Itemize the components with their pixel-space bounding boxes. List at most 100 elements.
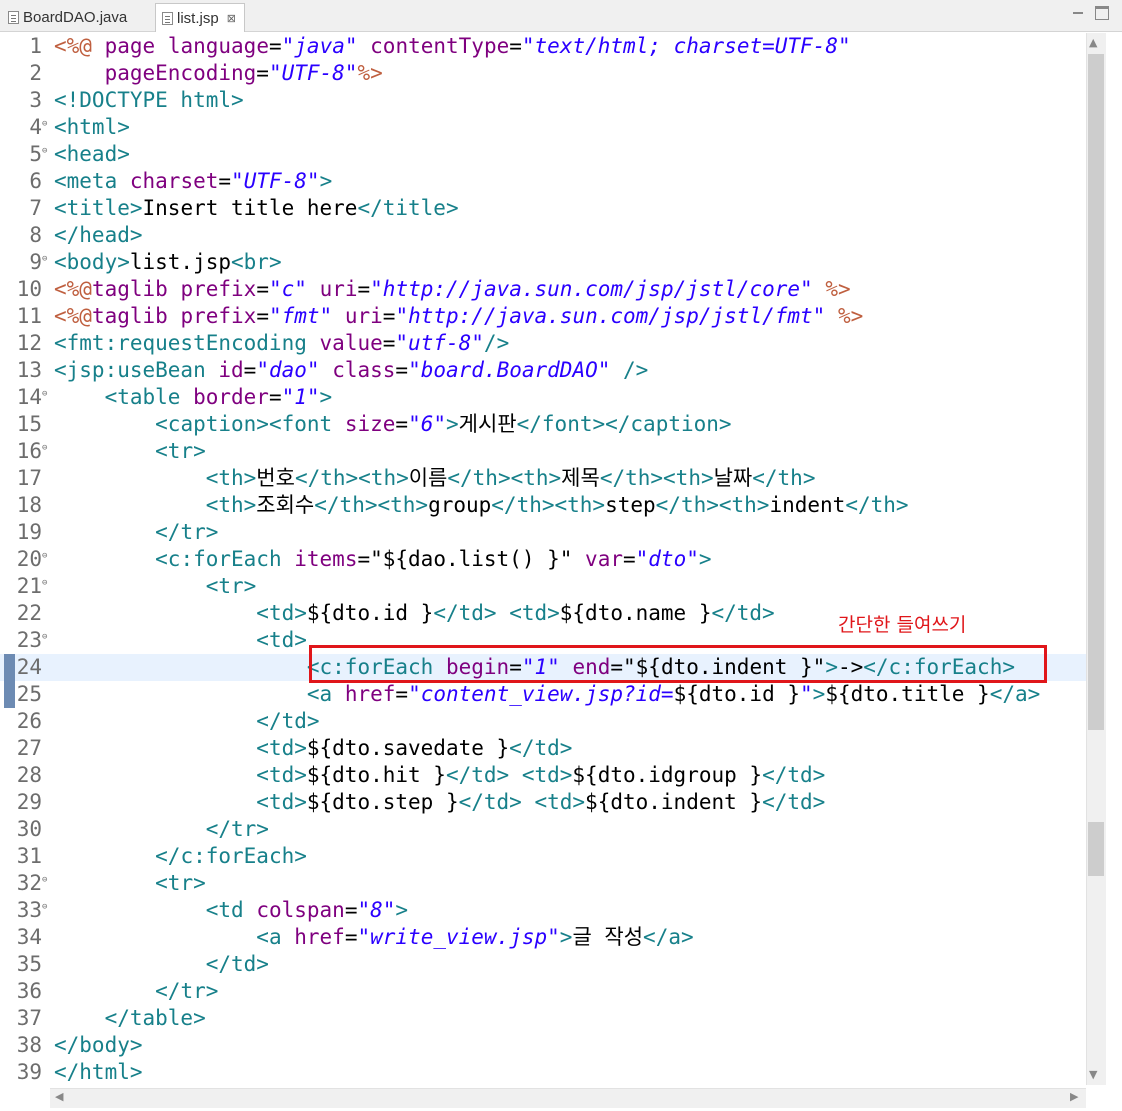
code-line[interactable]: 5 ⊖ <head> [0,141,1086,168]
fold-collapse-icon[interactable]: ⊖ [42,546,47,566]
code-token: 조회수 [256,493,315,517]
code-line[interactable]: 8 </head> [0,222,1086,249]
minimize-icon[interactable] [1071,6,1085,20]
fold-collapse-icon[interactable]: ⊖ [42,384,47,404]
code-text: </c:forEach> [54,843,307,870]
code-token: </td> [762,763,826,787]
code-token: </td> [445,763,510,787]
code-token: "dao" [256,358,320,382]
tab-list-jsp[interactable]: list.jsp ⊠ [155,3,245,32]
fold-collapse-icon[interactable]: ⊖ [42,141,47,161]
fold-collapse-icon[interactable]: ⊖ [42,870,47,890]
code-line[interactable]: 27 <td>${dto.savedate }</td> [0,735,1086,762]
code-line[interactable]: 38 </body> [0,1032,1086,1059]
maximize-icon[interactable] [1095,6,1109,20]
code-line[interactable]: 3 <!DOCTYPE html> [0,87,1086,114]
code-line[interactable]: 18 <th>조회수</th><th>group</th><th>step</t… [0,492,1086,519]
line-number: 4 [29,115,42,139]
scroll-right-icon[interactable]: ▶ [1070,1090,1078,1103]
close-icon[interactable]: ⊠ [227,12,236,25]
fold-collapse-icon[interactable]: ⊖ [42,627,47,647]
code-text: </tr> [54,816,269,843]
code-line[interactable]: 20 ⊖ <c:forEach items="${dao.list() }" va… [0,546,1086,573]
code-line[interactable]: 15 <caption><font size="6">게시판</font></c… [0,411,1086,438]
line-number: 31 [16,844,42,868]
code-line[interactable]: 31 </c:forEach> [0,843,1086,870]
code-line[interactable]: 39 </html> [0,1059,1086,1086]
code-line[interactable]: 25 <a href="content_view.jsp?id=${dto.id… [0,681,1086,708]
code-line[interactable]: 21 ⊖ <tr> [0,573,1086,600]
code-token: <meta [54,169,118,193]
code-line[interactable]: 26 </td> [0,708,1086,735]
fold-collapse-icon[interactable]: ⊖ [42,114,47,134]
code-token: </td> [433,601,497,625]
code-line[interactable]: 2 pageEncoding="UTF-8"%> [0,60,1086,87]
code-line[interactable]: 13 <jsp:useBean id="dao" class="board.Boa… [0,357,1086,384]
code-line[interactable]: 7 <title>Insert title here</title> [0,195,1086,222]
code-token: <th> [205,493,257,517]
code-line[interactable]: 1 <%@ page language="java" contentType="t… [0,33,1086,60]
scroll-down-icon[interactable]: ▼ [1089,1068,1097,1081]
fold-collapse-icon[interactable]: ⊖ [42,573,47,593]
tab-boarddao-java[interactable]: BoardDAO.java [0,3,152,32]
code-line[interactable]: 33 ⊖ <td colspan="8"> [0,897,1086,924]
code-line[interactable]: 10 <%@taglib prefix="c" uri="http://java.… [0,276,1086,303]
code-token: ${dto.id } [306,601,434,625]
line-number: 11 [16,304,42,328]
code-text: <title>Insert title here</title> [54,195,459,222]
code-text: <th>조회수</th><th>group</th><th>step</th><… [54,492,909,519]
code-token: ${dto.step } [306,790,459,814]
line-number: 9 [29,250,42,274]
code-text: </tr> [54,519,218,546]
code-token: uri [319,277,358,301]
code-token: <td> [256,628,307,652]
line-number: 33 [16,898,42,922]
scroll-left-icon[interactable]: ◀ [55,1090,63,1103]
line-number: 17 [16,466,42,490]
line-number: 6 [29,169,42,193]
code-line[interactable]: 34 <a href="write_view.jsp">글 작성</a> [0,924,1086,951]
code-editor[interactable]: 1 <%@ page language="java" contentType="t… [0,33,1086,1085]
code-token: "java" [281,34,358,58]
code-line[interactable]: 17 <th>번호</th><th>이름</th><th>제목</th><th>… [0,465,1086,492]
code-line[interactable]: 6 <meta charset="UTF-8"> [0,168,1086,195]
code-token: > [395,898,409,922]
code-text: <tr> [54,438,206,465]
fold-collapse-icon[interactable]: ⊖ [42,897,47,917]
code-line[interactable]: 29 <td>${dto.step }</td> <td>${dto.inden… [0,789,1086,816]
code-text: <fmt:requestEncoding value="utf-8"/> [54,330,509,357]
code-line[interactable]: 16 ⊖ <tr> [0,438,1086,465]
code-token: <!DOCTYPE html> [54,88,244,112]
code-token: prefix [180,277,257,301]
code-line[interactable]: 30 </tr> [0,816,1086,843]
code-line[interactable]: 28 <td>${dto.hit }</td> <td>${dto.idgrou… [0,762,1086,789]
code-token: <%@ [54,277,92,301]
code-line[interactable]: 37 </table> [0,1005,1086,1032]
vertical-scroll-thumb[interactable] [1088,54,1104,730]
code-token: <%@ [54,34,92,58]
code-line[interactable]: 19 </tr> [0,519,1086,546]
code-line[interactable]: 4 ⊖ <html> [0,114,1086,141]
line-number: 8 [29,223,42,247]
code-token: ="${dao.list() }" [357,547,586,571]
code-token: <td> [534,790,586,814]
line-number: 22 [16,601,42,625]
fold-collapse-icon[interactable]: ⊖ [42,438,47,458]
code-line[interactable]: 14 ⊖ <table border="1"> [0,384,1086,411]
code-line[interactable]: 32 ⊖ <tr> [0,870,1086,897]
horizontal-scrollbar[interactable] [50,1088,1086,1108]
code-line[interactable]: 11 <%@taglib prefix="fmt" uri="http://jav… [0,303,1086,330]
fold-collapse-icon[interactable]: ⊖ [42,249,47,269]
line-number: 24 [16,655,42,679]
code-line[interactable]: 12 <fmt:requestEncoding value="utf-8"/> [0,330,1086,357]
line-number: 12 [16,331,42,355]
java-file-icon [8,11,19,24]
code-line[interactable]: 9 ⊖ <body>list.jsp<br> [0,249,1086,276]
code-line[interactable]: 36 </tr> [0,978,1086,1005]
code-line[interactable]: 35 </td> [0,951,1086,978]
scroll-up-icon[interactable]: ▲ [1089,36,1097,49]
